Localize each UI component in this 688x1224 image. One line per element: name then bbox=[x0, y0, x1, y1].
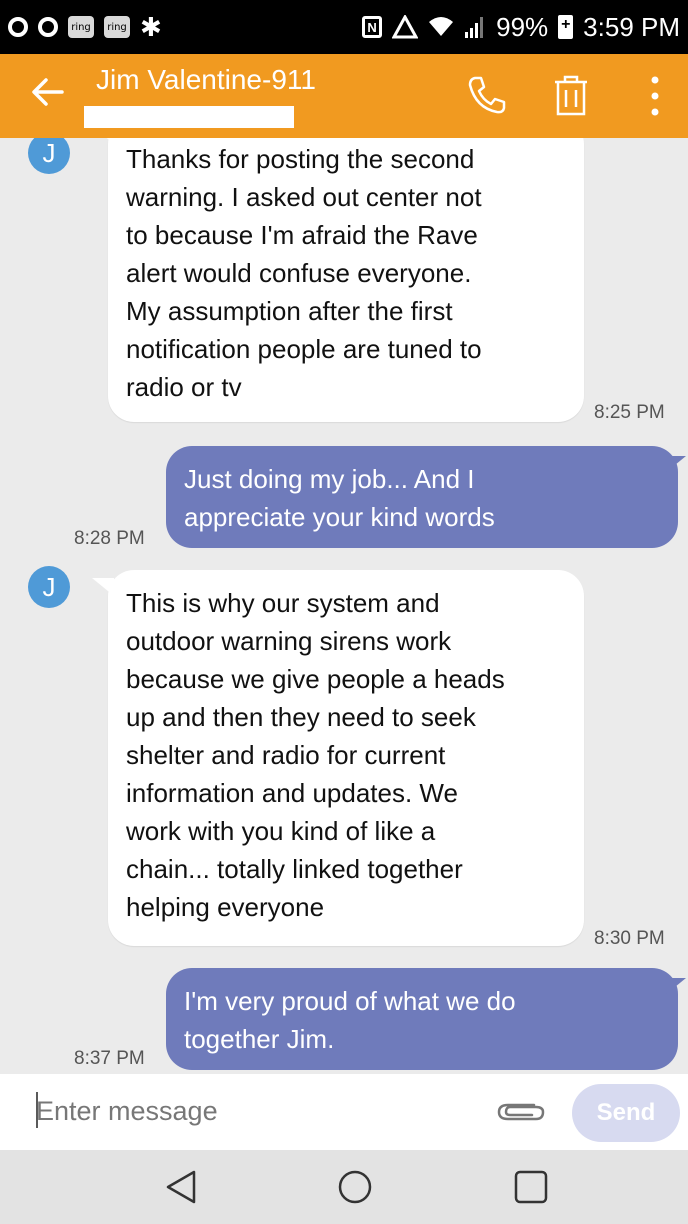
battery-icon bbox=[558, 15, 574, 39]
battery-percent: 99% bbox=[496, 11, 549, 42]
message-line: shelter and radio for current bbox=[126, 740, 446, 770]
more-vert-icon[interactable] bbox=[648, 74, 662, 118]
ring-app-icon: ring bbox=[104, 16, 130, 38]
message-line: I'm very proud of what we do bbox=[184, 986, 516, 1016]
phone-icon[interactable] bbox=[466, 74, 508, 116]
status-bar: ring ring ✱ N 99% 3:59 PM bbox=[0, 0, 688, 54]
nfc-icon: N bbox=[362, 16, 383, 38]
message-line: together Jim. bbox=[184, 1024, 335, 1054]
status-system: N 99% 3:59 PM bbox=[362, 0, 680, 54]
conversation-header: Jim Valentine-911 bbox=[0, 54, 688, 138]
message-line: This is why our system and bbox=[126, 588, 440, 618]
sync-circle-icon bbox=[38, 17, 58, 37]
message-line: up and then they need to seek bbox=[126, 702, 476, 732]
system-nav-bar bbox=[0, 1150, 688, 1224]
message-timestamp: 8:28 PM bbox=[74, 528, 145, 549]
gear-icon: ✱ bbox=[140, 12, 162, 42]
compose-bar: Send bbox=[0, 1074, 688, 1150]
message-line: radio or tv bbox=[126, 372, 242, 402]
message-line: work with you kind of like a bbox=[126, 816, 436, 846]
message-line: notification people are tuned to bbox=[126, 334, 482, 364]
message-line: alert would confuse everyone. bbox=[126, 258, 472, 288]
message-line: My assumption after the first bbox=[126, 296, 453, 326]
nav-back-icon[interactable] bbox=[162, 1168, 200, 1206]
message-line: appreciate your kind words bbox=[184, 502, 495, 532]
trash-icon[interactable] bbox=[552, 74, 590, 118]
paperclip-icon[interactable] bbox=[494, 1096, 548, 1126]
message-input[interactable] bbox=[34, 1090, 478, 1132]
message-line: to because I'm afraid the Rave bbox=[126, 220, 478, 250]
outgoing-message-bubble[interactable]: Just doing my job... And I appreciate yo… bbox=[166, 446, 686, 548]
message-line: Just doing my job... And I bbox=[184, 464, 475, 494]
message-timestamp: 8:37 PM bbox=[74, 1048, 145, 1069]
contact-name[interactable]: Jim Valentine-911 bbox=[96, 64, 316, 96]
nav-recents-icon[interactable] bbox=[512, 1168, 550, 1206]
nav-home-icon[interactable] bbox=[336, 1168, 374, 1206]
ring-app-icon: ring bbox=[68, 16, 94, 38]
message-line: Thanks for posting the second bbox=[126, 144, 475, 174]
incoming-message-bubble[interactable]: Thanks for posting the second warning. I… bbox=[92, 138, 584, 422]
message-line: chain... totally linked together bbox=[126, 854, 463, 884]
outgoing-message-bubble[interactable]: I'm very proud of what we do together Ji… bbox=[166, 968, 686, 1070]
message-line: outdoor warning sirens work bbox=[126, 626, 452, 656]
signal-icon bbox=[465, 17, 484, 38]
message-timestamp: 8:30 PM bbox=[594, 928, 665, 949]
contact-avatar[interactable]: J bbox=[28, 138, 70, 174]
message-line: helping everyone bbox=[126, 892, 325, 922]
sync-circle-icon bbox=[8, 17, 28, 37]
triangle-alert-icon bbox=[392, 15, 419, 39]
message-line: because we give people a heads bbox=[126, 664, 505, 694]
message-line: information and updates. We bbox=[126, 778, 458, 808]
contact-avatar[interactable]: J bbox=[28, 566, 70, 608]
incoming-message-bubble[interactable]: This is why our system and outdoor warni… bbox=[92, 570, 584, 946]
arrow-back-icon[interactable] bbox=[30, 74, 66, 110]
contact-number-redacted bbox=[84, 106, 294, 128]
message-timestamp: 8:25 PM bbox=[594, 402, 665, 423]
status-time: 3:59 PM bbox=[583, 11, 680, 42]
status-notifications: ring ring ✱ bbox=[0, 14, 162, 40]
send-button[interactable]: Send bbox=[572, 1084, 680, 1142]
message-thread[interactable]: J Thanks for posting the second warning.… bbox=[0, 138, 688, 1074]
message-line: warning. I asked out center not bbox=[126, 182, 482, 212]
wifi-icon bbox=[429, 17, 454, 36]
